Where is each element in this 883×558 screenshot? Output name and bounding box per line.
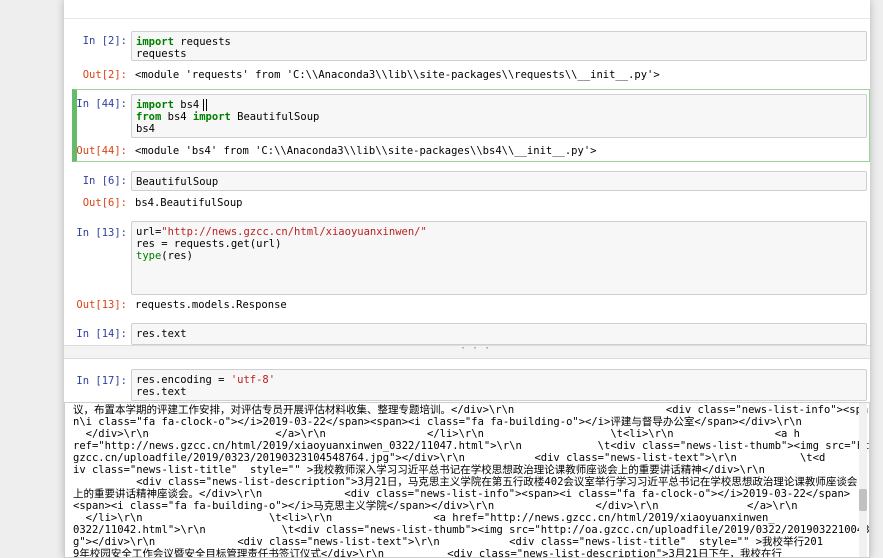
code-cell-3[interactable]: In [6]: BeautifulSoup Out[6]: bs4.Beauti… bbox=[72, 170, 870, 210]
output-line: 议，布置本学期的评建工作安排，对评估专员开展评估材料收集、整理专题培训。</di… bbox=[73, 404, 870, 416]
code-input[interactable]: BeautifulSoup bbox=[131, 171, 867, 191]
code-cell-6[interactable]: In [17]: res.encoding = 'utf-8' res.text bbox=[72, 368, 870, 401]
output-line: 0322/11042.html">\r\n \t<div class="news… bbox=[73, 524, 870, 536]
code-cell-5[interactable]: In [14]: res.text bbox=[72, 322, 870, 345]
output-line: </div>\r\n </a>\r\n </li>\r\n \t<li>\r\n… bbox=[73, 428, 800, 440]
input-prompt: In [2]: bbox=[82, 35, 127, 47]
code-keyword: import bbox=[136, 36, 174, 48]
code-input[interactable]: url="http://news.gzcc.cn/html/xiaoyuanxi… bbox=[131, 221, 867, 295]
output-text: requests.models.Response bbox=[135, 299, 287, 311]
output-line: 9年校园安全工作会议暨安全目标管理责任书签订仪式</div>\r\n <div … bbox=[73, 548, 782, 558]
output-line: 上的重要讲话精神座谈会。</div>\r\n <div class="news-… bbox=[73, 488, 851, 500]
input-prompt: In [6]: bbox=[82, 175, 127, 187]
output-prompt: Out[2]: bbox=[82, 69, 127, 81]
output-line: <span><i class="fa fa-building-o"></i>马克… bbox=[73, 500, 798, 512]
notebook-top-edge bbox=[64, 0, 870, 19]
text-output-area[interactable]: 议，布置本学期的评建工作安排，对评估专员开展评估材料收集、整理专题培训。</di… bbox=[64, 402, 870, 558]
code-input[interactable]: res.encoding = 'utf-8' res.text bbox=[131, 369, 867, 401]
input-prompt: In [13]: bbox=[76, 227, 127, 239]
output-line: <div class="news-list-description">3月21日… bbox=[73, 476, 858, 488]
output-line: iv class="news-list-title" style="" >我校教… bbox=[73, 464, 765, 476]
code-input[interactable]: res.text bbox=[131, 323, 867, 345]
collapsed-output-bar[interactable]: · · · bbox=[64, 343, 870, 359]
scroll-thumb[interactable] bbox=[859, 489, 867, 511]
output-line: n\i class="fa fa-clock-o"></i>2019-03-22… bbox=[73, 416, 802, 428]
input-prompt: In [44]: bbox=[76, 98, 127, 110]
input-prompt: In [14]: bbox=[76, 328, 127, 340]
output-line: ref="http://news.gzcc.cn/html/2019/xiaoy… bbox=[73, 440, 870, 452]
output-prompt: Out[6]: bbox=[82, 197, 127, 209]
text-cursor-icon bbox=[203, 99, 207, 111]
code-input[interactable]: import requests requests bbox=[131, 31, 867, 61]
code-cell-4[interactable]: In [13]: url="http://news.gzcc.cn/html/x… bbox=[72, 220, 870, 312]
output-line: gzcc.cn/uploadfile/2019/0323/20190323104… bbox=[73, 452, 826, 464]
code-cell-1[interactable]: In [2]: import requests requests Out[2]:… bbox=[72, 30, 870, 84]
ellipsis-icon: · · · bbox=[460, 343, 491, 354]
output-prompt: Out[44]: bbox=[76, 145, 127, 157]
output-line: g"></div>\r\n <div class="news-list-text… bbox=[73, 536, 824, 548]
output-text: <module 'requests' from 'C:\\Anaconda3\\… bbox=[135, 69, 660, 81]
output-scrollbar[interactable] bbox=[859, 403, 867, 557]
output-line: </li>\r\n \t<li>\r\n <a href="http://new… bbox=[73, 512, 775, 524]
output-prompt: Out[13]: bbox=[76, 299, 127, 311]
output-text: <module 'bs4' from 'C:\\Anaconda3\\lib\\… bbox=[135, 145, 597, 157]
code-cell-2[interactable]: In [44]: import bs4 from bs4 import Beau… bbox=[72, 89, 870, 162]
input-prompt: In [17]: bbox=[76, 375, 127, 387]
code-input[interactable]: import bs4 from bs4 import BeautifulSoup… bbox=[131, 94, 867, 138]
output-text: bs4.BeautifulSoup bbox=[135, 197, 243, 209]
notebook-container: In [2]: import requests requests Out[2]:… bbox=[64, 0, 870, 558]
